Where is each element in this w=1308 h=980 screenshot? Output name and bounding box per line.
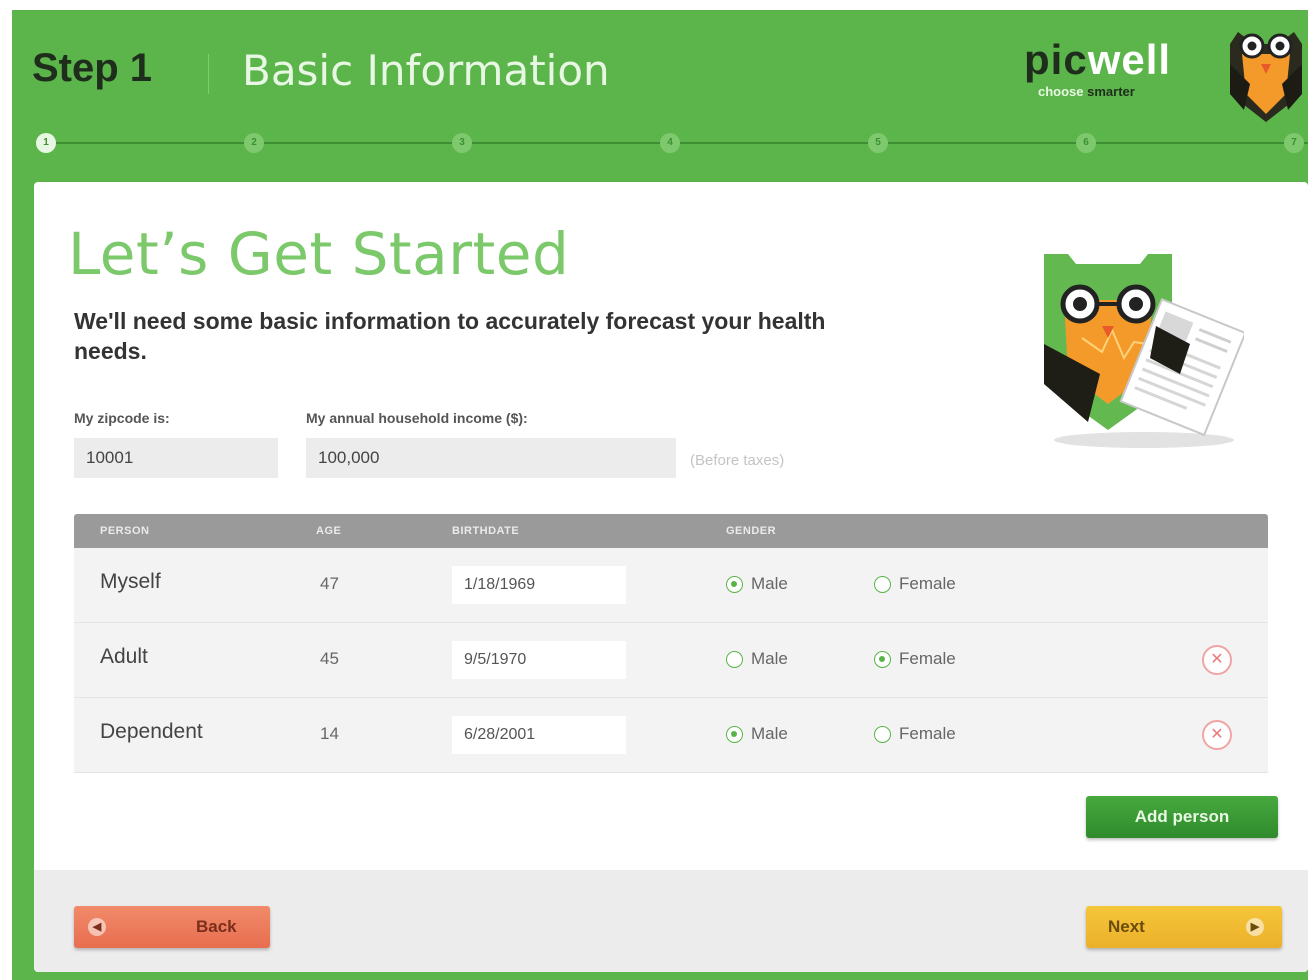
step-number: Step 1 bbox=[32, 46, 153, 90]
gender-female-label: Female bbox=[899, 724, 956, 743]
person-age: 45 bbox=[320, 649, 339, 668]
person-age: 14 bbox=[320, 724, 339, 743]
progress-step: 5 bbox=[868, 133, 888, 153]
progress-track bbox=[52, 142, 1308, 144]
progress-step: 4 bbox=[660, 133, 680, 153]
gender-female-radio[interactable] bbox=[874, 725, 891, 743]
logo-wordmark: picwell bbox=[1024, 36, 1171, 84]
gender-male-option[interactable]: Male bbox=[726, 574, 788, 594]
gender-female-option[interactable]: Female bbox=[874, 649, 956, 669]
birthdate-input[interactable] bbox=[452, 641, 626, 679]
page-subheading: We'll need some basic information to acc… bbox=[74, 308, 826, 364]
gender-male-radio[interactable] bbox=[726, 725, 743, 743]
back-button[interactable]: ◀ Back bbox=[74, 906, 270, 948]
gender-female-radio[interactable] bbox=[874, 575, 891, 593]
page-heading: Let’s Get Started bbox=[68, 220, 570, 288]
table-row: Myself 47 Male Female bbox=[74, 548, 1268, 623]
person-type: Adult bbox=[100, 645, 148, 668]
table-row: Dependent 14 Male Female ✕ bbox=[74, 698, 1268, 773]
add-person-button[interactable]: Add person bbox=[1086, 796, 1278, 838]
column-header-person: PERSON bbox=[100, 525, 150, 537]
table-row: Adult 45 Male Female ✕ bbox=[74, 623, 1268, 698]
progress-step: 3 bbox=[452, 133, 472, 153]
gender-male-radio[interactable] bbox=[726, 650, 743, 668]
progress-step: 6 bbox=[1076, 133, 1096, 153]
birthdate-input[interactable] bbox=[452, 566, 626, 604]
person-type: Dependent bbox=[100, 720, 203, 743]
remove-person-button[interactable]: ✕ bbox=[1202, 645, 1232, 675]
chevron-left-icon: ◀ bbox=[88, 918, 106, 936]
gender-male-label: Male bbox=[751, 574, 788, 593]
gender-male-label: Male bbox=[751, 649, 788, 668]
gender-female-radio[interactable] bbox=[874, 650, 891, 668]
picwell-logo: picwell choose smarter bbox=[1024, 36, 1214, 106]
gender-male-option[interactable]: Male bbox=[726, 649, 788, 669]
next-button-label: Next bbox=[1108, 917, 1145, 936]
person-type: Myself bbox=[100, 570, 161, 593]
form-card: Let’s Get Started We'll need some basic … bbox=[34, 182, 1308, 972]
progress-step: 1 bbox=[36, 133, 56, 153]
gender-female-label: Female bbox=[899, 649, 956, 668]
column-header-gender: GENDER bbox=[726, 525, 777, 537]
logo-tag-choose: choose bbox=[1038, 84, 1084, 99]
logo-pic: pic bbox=[1024, 36, 1088, 83]
chevron-right-icon: ▶ bbox=[1246, 918, 1264, 936]
logo-tagline: choose smarter bbox=[1038, 84, 1135, 99]
table-header: PERSON AGE BIRTHDATE GENDER bbox=[74, 514, 1268, 548]
footer-bar: ◀ Back Next ▶ bbox=[34, 870, 1308, 972]
gender-female-label: Female bbox=[899, 574, 956, 593]
income-note: (Before taxes) bbox=[690, 452, 785, 469]
column-header-age: AGE bbox=[316, 525, 342, 537]
person-age: 47 bbox=[320, 574, 339, 593]
gender-female-option[interactable]: Female bbox=[874, 574, 956, 594]
progress-step: 2 bbox=[244, 133, 264, 153]
zipcode-input[interactable] bbox=[74, 438, 278, 478]
gender-male-radio[interactable] bbox=[726, 575, 743, 593]
gender-female-option[interactable]: Female bbox=[874, 724, 956, 744]
logo-well: well bbox=[1087, 36, 1172, 83]
zipcode-label: My zipcode is: bbox=[74, 410, 170, 426]
owl-mascot-icon bbox=[1230, 32, 1302, 122]
column-header-birthdate: BIRTHDATE bbox=[452, 525, 520, 537]
step-title: Basic Information bbox=[242, 46, 610, 95]
close-icon: ✕ bbox=[1210, 651, 1224, 668]
income-label: My annual household income ($): bbox=[306, 410, 528, 426]
header-divider bbox=[208, 54, 209, 94]
next-button[interactable]: Next ▶ bbox=[1086, 906, 1282, 948]
household-table: PERSON AGE BIRTHDATE GENDER Myself 47 Ma… bbox=[74, 514, 1268, 773]
app-frame: Step 1 Basic Information picwell choose … bbox=[12, 10, 1308, 980]
remove-person-button[interactable]: ✕ bbox=[1202, 720, 1232, 750]
gender-male-option[interactable]: Male bbox=[726, 724, 788, 744]
owl-document-illustration-icon bbox=[1044, 254, 1244, 448]
back-button-label: Back bbox=[196, 917, 237, 936]
logo-tag-smarter: smarter bbox=[1087, 84, 1135, 99]
close-icon: ✕ bbox=[1210, 726, 1224, 743]
birthdate-input[interactable] bbox=[452, 716, 626, 754]
progress-step: 7 bbox=[1284, 133, 1304, 153]
income-input[interactable] bbox=[306, 438, 676, 478]
gender-male-label: Male bbox=[751, 724, 788, 743]
